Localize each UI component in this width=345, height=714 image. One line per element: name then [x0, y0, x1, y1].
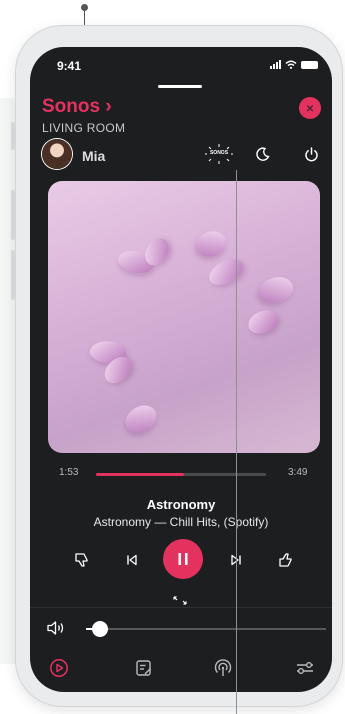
phone-side-button: [11, 122, 15, 150]
moon-icon: [256, 147, 270, 161]
nav-radio[interactable]: [211, 656, 235, 680]
album-art: [48, 181, 320, 453]
play-circle-icon: [50, 659, 68, 677]
power-button[interactable]: [300, 143, 322, 165]
chevron-right-icon: ›: [105, 96, 112, 117]
speaker-volume-icon[interactable]: [47, 620, 67, 636]
elapsed-time: 1:53: [59, 467, 79, 478]
phone-volume-down-button: [11, 250, 15, 300]
phone-volume-up-button: [11, 190, 15, 240]
track-title: Astronomy: [146, 497, 216, 512]
status-bar: 9:41: [30, 57, 332, 75]
track-subtitle: Astronomy — Chill Hits, (Spotify): [93, 515, 269, 529]
track-duration: 3:49: [288, 467, 308, 478]
previous-button[interactable]: [117, 545, 147, 575]
nav-queue[interactable]: [132, 656, 156, 680]
broadcast-icon: [214, 659, 232, 676]
expand-arrows-icon[interactable]: [173, 596, 187, 605]
sheet-handle[interactable]: [158, 85, 202, 88]
pause-icon: [178, 553, 188, 565]
brand-name: Sonos: [42, 96, 101, 117]
close-icon: ×: [305, 100, 315, 116]
thumbs-up-icon: [279, 553, 292, 567]
like-button[interactable]: [271, 545, 301, 575]
progress-fill: [96, 473, 185, 476]
wifi-icon: [285, 60, 297, 69]
app-screen: 9:41 Sonos › LIVING ROOM × Mia SONOS 1:5…: [30, 47, 332, 692]
battery-icon: [301, 60, 318, 69]
divider: [30, 607, 332, 608]
user-name: Mia: [82, 148, 106, 164]
close-button[interactable]: ×: [299, 97, 321, 119]
avatar[interactable]: [42, 139, 72, 169]
volume-slider[interactable]: [86, 628, 326, 630]
progress-bar[interactable]: [96, 473, 266, 476]
settings-sliders-icon: [297, 662, 313, 674]
sonos-button[interactable]: SONOS: [205, 143, 233, 165]
skip-previous-icon: [127, 554, 137, 566]
thumbs-down-icon: [75, 553, 88, 567]
volume-slider-knob[interactable]: [92, 621, 108, 637]
signal-icon: [270, 60, 281, 69]
nav-settings[interactable]: [293, 656, 317, 680]
pause-button[interactable]: [163, 539, 203, 579]
power-icon: [304, 146, 318, 161]
brand-link[interactable]: Sonos ›: [42, 96, 112, 118]
nav-now-playing[interactable]: [47, 656, 71, 680]
status-time: 9:41: [57, 59, 82, 73]
status-icons: [270, 60, 318, 69]
sleep-timer-button[interactable]: [252, 143, 274, 165]
dislike-button[interactable]: [67, 545, 97, 575]
queue-icon: [136, 660, 151, 676]
sonos-badge-text: SONOS: [209, 150, 229, 156]
annotation-guide-line: [236, 170, 237, 714]
room-name: LIVING ROOM: [42, 121, 126, 135]
